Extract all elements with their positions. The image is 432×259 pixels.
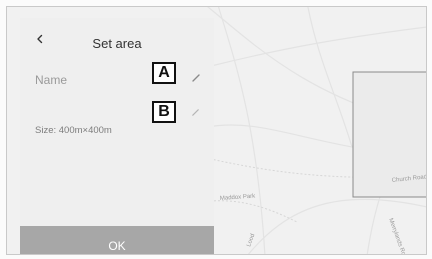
- ok-button[interactable]: OK: [20, 226, 214, 254]
- panel-title: Set area: [92, 36, 142, 51]
- name-label: Name: [35, 73, 68, 87]
- pencil-icon[interactable]: [191, 73, 201, 83]
- callout-b: B: [152, 101, 176, 123]
- road-label-merrylands: Merrylands Ro: [387, 218, 406, 255]
- name-field[interactable]: Name: [20, 66, 214, 92]
- size-text: Size: 400m×400m: [35, 125, 112, 136]
- callout-a: A: [152, 62, 176, 84]
- road-label-maddox-park: Maddox Park: [220, 193, 257, 202]
- pencil-icon[interactable]: [191, 108, 200, 117]
- road-label-lood: Lood: [246, 233, 256, 248]
- set-area-panel: Set area Name Size: 400m×400m OK: [20, 18, 214, 254]
- screen: Maddox Park Church Road Merrylands Ro Lo…: [6, 6, 427, 255]
- ok-button-label: OK: [108, 239, 126, 253]
